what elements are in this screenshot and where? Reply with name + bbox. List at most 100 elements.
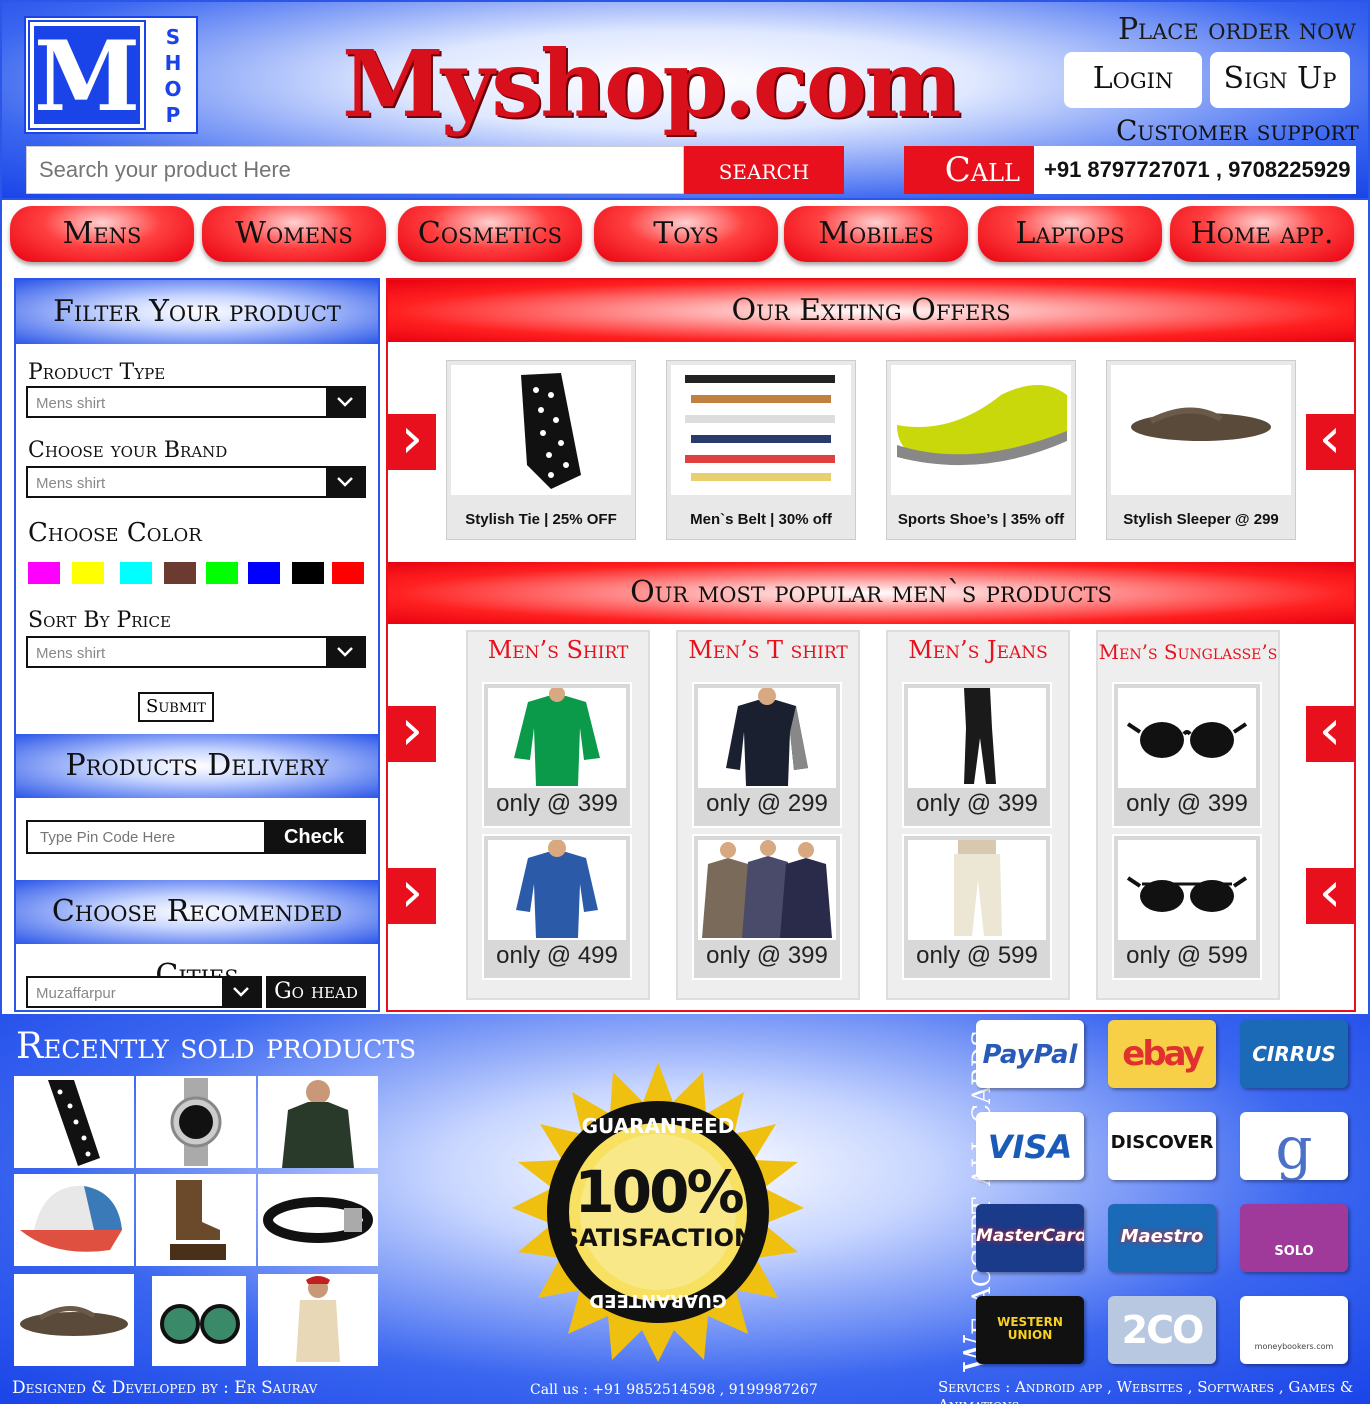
recent-item-round-glasses[interactable] (152, 1276, 246, 1366)
logo-shop-letter: S (165, 25, 181, 49)
tshirt-icon (698, 840, 836, 940)
recent-item-watch[interactable] (136, 1076, 256, 1168)
seal-top-text: GUARANTEED (581, 1114, 735, 1138)
color-swatch-black[interactable] (292, 562, 324, 584)
nav-mens[interactable]: Mens (10, 206, 194, 262)
maestro-card-icon: Maestro (1108, 1204, 1216, 1272)
product-price: only @ 499 (496, 942, 618, 969)
offer-caption: Stylish Tie | 25% OFF (465, 511, 617, 528)
nav-home-appliances[interactable]: Home app. (1170, 206, 1354, 262)
popular-title: Our most popular men`s products (388, 562, 1354, 624)
logo-mark: M (28, 20, 146, 133)
offer-card[interactable]: Men`s Belt | 30% off (666, 360, 856, 540)
next-arrow-icon[interactable]: › (388, 703, 436, 762)
offer-card[interactable]: Sports Shoe’s | 35% off (886, 360, 1076, 540)
product-card[interactable]: only @ 599 (1112, 834, 1262, 980)
call-button[interactable]: Call (904, 146, 1034, 194)
nav-toys[interactable]: Toys (594, 206, 778, 262)
place-order-text[interactable]: Place order now (1118, 12, 1356, 47)
prev-arrow-icon[interactable]: ‹ (1306, 865, 1354, 924)
filter-title: Filter Your product (16, 280, 378, 344)
color-swatch-blue[interactable] (248, 562, 280, 584)
footer-services: Services : Android app , Websites , Soft… (938, 1378, 1354, 1404)
product-type-select[interactable]: Mens shirt (26, 386, 366, 418)
search-button[interactable]: search (684, 146, 844, 194)
next-arrow-icon[interactable]: › (388, 865, 436, 924)
offers-title: Our Exiting Offers (388, 280, 1354, 342)
chevron-down-icon[interactable] (326, 638, 364, 666)
go-head-button[interactable]: Go head (266, 976, 366, 1008)
check-button[interactable]: Check (264, 822, 364, 852)
product-card[interactable]: only @ 499 (482, 834, 632, 980)
nav-womens[interactable]: Womens (202, 206, 386, 262)
product-column-shirt: Men’s Shirt only @ 399 only @ 499 (466, 630, 650, 1000)
search-bar (26, 146, 684, 194)
recent-item-sandal[interactable] (14, 1274, 134, 1366)
recent-item-tie[interactable] (14, 1076, 134, 1168)
signup-button[interactable]: Sign Up (1210, 52, 1350, 108)
search-input[interactable] (27, 147, 683, 193)
recent-item-belt[interactable] (258, 1174, 378, 1266)
offer-caption: Sports Shoe’s | 35% off (897, 511, 1065, 528)
paypal-card-icon: PayPal (976, 1020, 1084, 1088)
main-area: Filter Your product Product Type Mens sh… (0, 272, 1370, 1014)
city-value: Muzaffarpur (36, 985, 116, 1002)
color-label: Choose Color (28, 518, 202, 548)
shirt-icon (488, 839, 626, 940)
brand-title: Myshop.com (342, 30, 961, 138)
category-nav: Mens Womens Cosmetics Toys Mobiles Lapto… (0, 200, 1370, 272)
prev-arrow-icon[interactable]: ‹ (1306, 703, 1354, 762)
product-card[interactable]: only @ 399 (902, 682, 1052, 828)
sunglasses-icon (1118, 840, 1256, 940)
color-swatch-yellow[interactable] (72, 562, 104, 584)
column-title: Men’s Shirt (487, 636, 629, 664)
submit-button[interactable]: Submit (138, 692, 214, 722)
product-card[interactable]: only @ 399 (692, 834, 842, 980)
nav-cosmetics[interactable]: Cosmetics (398, 206, 582, 262)
product-type-label: Product Type (28, 360, 166, 385)
sort-select[interactable]: Mens shirt (26, 636, 366, 668)
logo-shop-letter: P (165, 103, 181, 127)
nav-laptops[interactable]: Laptops (978, 206, 1162, 262)
content-panel: Our Exiting Offers › ‹ Stylish Tie | 25%… (386, 278, 1356, 1012)
chevron-down-icon[interactable] (326, 468, 364, 496)
color-swatch-red[interactable] (332, 562, 364, 584)
product-card[interactable]: only @ 399 (482, 682, 632, 828)
color-swatch-brown[interactable] (164, 562, 196, 584)
customer-support-text: Customer support (1116, 114, 1359, 147)
next-arrow-icon[interactable]: › (388, 411, 436, 470)
city-select[interactable]: Muzaffarpur (26, 976, 262, 1008)
recent-item-jacket[interactable] (258, 1076, 378, 1168)
column-title: Men’s T shirt (688, 636, 848, 664)
sunglasses-icon (1118, 688, 1256, 788)
chevron-down-icon[interactable] (222, 978, 260, 1006)
recent-item-cap[interactable] (14, 1174, 134, 1266)
color-swatch-magenta[interactable] (28, 562, 60, 584)
brand-select[interactable]: Mens shirt (26, 466, 366, 498)
pin-code-field: Check (26, 820, 366, 854)
product-price: only @ 399 (916, 790, 1038, 817)
visa-card-icon: VISA (976, 1112, 1084, 1180)
product-card[interactable]: only @ 599 (902, 834, 1052, 980)
sort-value: Mens shirt (36, 645, 106, 662)
offer-card[interactable]: Stylish Sleeper @ 299 (1106, 360, 1296, 540)
cities-title: Choose Recomended Cities (16, 880, 378, 993)
product-card[interactable]: only @ 299 (692, 682, 842, 828)
prev-arrow-icon[interactable]: ‹ (1306, 411, 1354, 470)
product-type-value: Mens shirt (36, 395, 106, 412)
recent-item-boots[interactable] (136, 1174, 256, 1266)
product-column-jeans: Men’s Jeans only @ 399 only @ 599 (886, 630, 1070, 1000)
pin-code-input[interactable] (28, 822, 266, 852)
chevron-down-icon[interactable] (326, 388, 364, 416)
nav-mobiles[interactable]: Mobiles (784, 206, 968, 262)
site-logo[interactable]: M S H O P (24, 16, 198, 134)
brand-value: Mens shirt (36, 475, 106, 492)
offer-card[interactable]: Stylish Tie | 25% OFF (446, 360, 636, 540)
color-swatch-cyan[interactable] (120, 562, 152, 584)
shoe-icon (891, 365, 1071, 495)
login-button[interactable]: Login (1064, 52, 1202, 108)
product-card[interactable]: only @ 399 (1112, 682, 1262, 828)
shirt-icon (488, 686, 626, 788)
recent-item-sherwani[interactable] (258, 1274, 378, 1366)
color-swatch-green[interactable] (206, 562, 238, 584)
